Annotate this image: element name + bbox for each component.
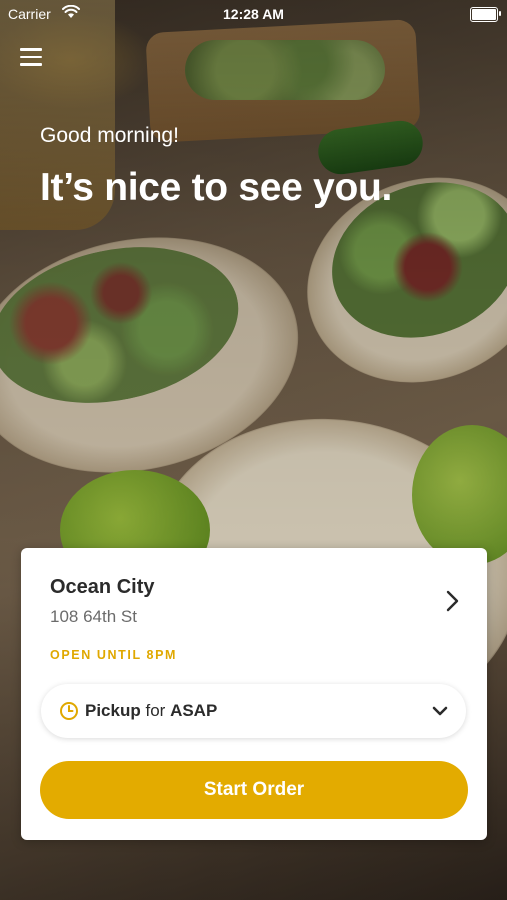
order-mode-value: Pickup: [85, 701, 141, 720]
order-time-value: ASAP: [170, 701, 218, 720]
chevron-down-icon: [432, 706, 448, 716]
order-card: Ocean City 108 64th St OPEN UNTIL 8PM Pi…: [21, 548, 487, 840]
store-hours: OPEN UNTIL 8PM: [50, 648, 178, 662]
battery-icon: [470, 7, 501, 22]
start-order-button[interactable]: Start Order: [40, 761, 468, 819]
order-mode-text: Pickup for ASAP: [85, 701, 217, 721]
order-mode-connector: for: [145, 701, 166, 720]
location-address: 108 64th St: [50, 607, 137, 626]
location-name[interactable]: Ocean City: [50, 576, 154, 599]
status-bar: Carrier 12:28 AM: [0, 0, 507, 28]
clock-icon: [60, 702, 78, 720]
chevron-right-icon[interactable]: [441, 588, 463, 614]
greeting-text: Good morning!: [40, 124, 179, 147]
menu-icon[interactable]: [20, 48, 42, 68]
order-mode-selector[interactable]: Pickup for ASAP: [41, 684, 466, 738]
clock-time: 12:28 AM: [223, 6, 284, 22]
headline-text: It’s nice to see you.: [40, 166, 393, 209]
